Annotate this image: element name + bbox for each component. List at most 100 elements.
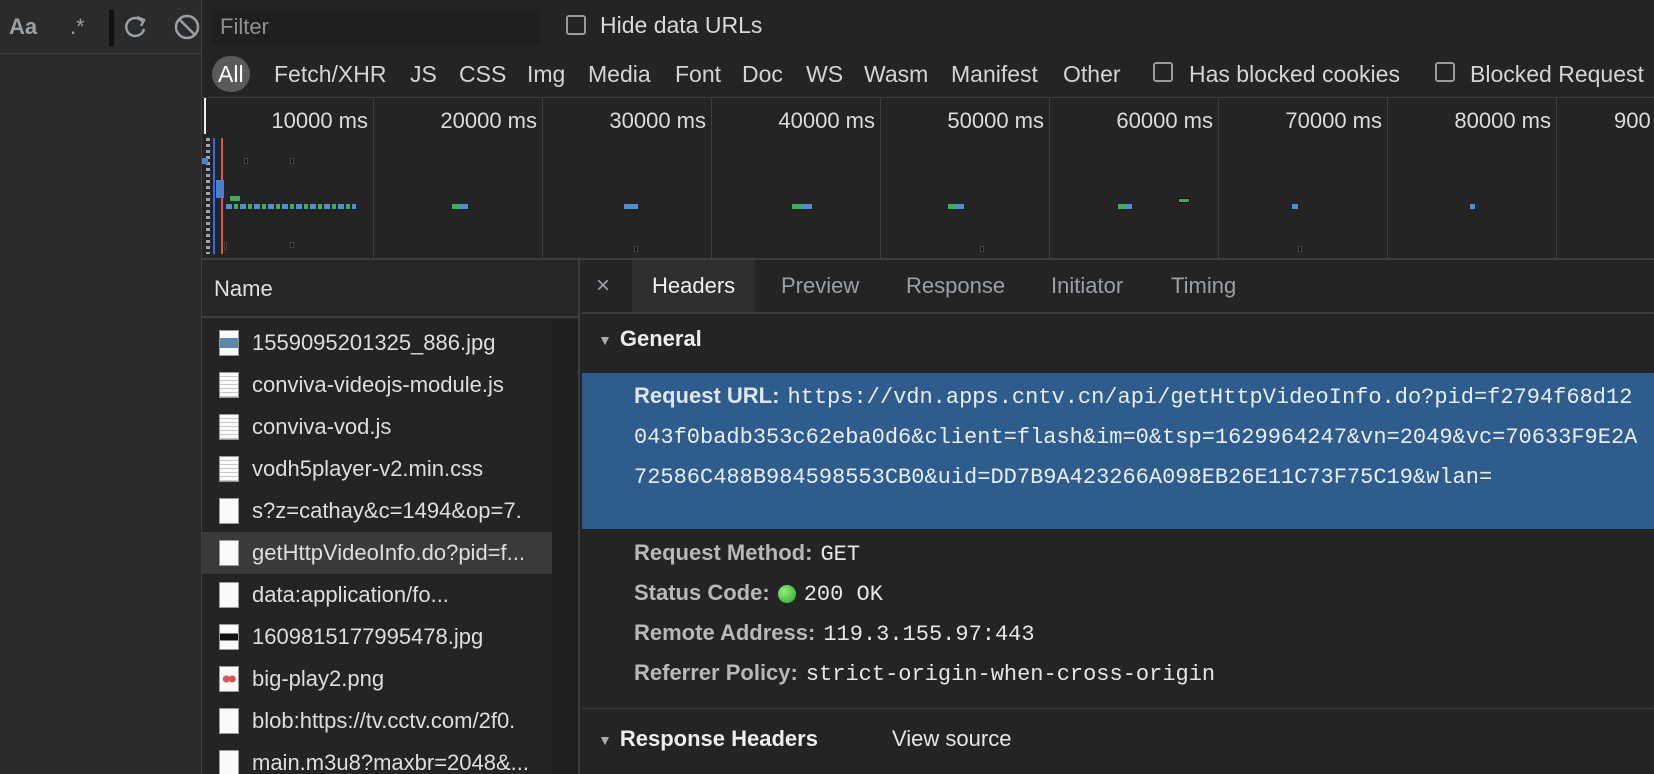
request-row-selected[interactable]: getHttpVideoInfo.do?pid=f... (202, 532, 552, 574)
overview-request-bar (244, 158, 248, 164)
request-name: vodh5player-v2.min.css (252, 456, 484, 481)
type-filter-all[interactable]: All (212, 56, 250, 92)
type-filter-ws[interactable]: WS (806, 56, 843, 92)
tick-gridline (880, 98, 881, 258)
request-name: 1559095201325_886.jpg (252, 330, 496, 355)
overview-request-bar (1292, 204, 1298, 209)
has-blocked-cookies-checkbox[interactable] (1153, 62, 1173, 82)
overview-request-bar (452, 204, 468, 209)
status-code-row: Status Code: 200 OK (634, 578, 883, 610)
tick-label: 30000 ms (609, 108, 706, 133)
request-list: Name 1559095201325_886.jpg conviva-video… (202, 260, 580, 774)
document-file-icon (219, 708, 239, 734)
request-name: data:application/fo... (252, 582, 449, 607)
expand-triangle-icon: ▼ (598, 732, 612, 749)
request-row[interactable]: big-play2.png (202, 658, 552, 700)
close-icon[interactable]: × (596, 272, 610, 300)
request-row[interactable]: blob:https://tv.cctv.com/2f0. (202, 700, 552, 742)
overview-request-bar (202, 158, 208, 164)
image-thumbnail-icon (219, 624, 239, 650)
type-filter-manifest[interactable]: Manifest (951, 56, 1038, 92)
document-file-icon (219, 582, 239, 608)
response-headers-title: Response Headers (619, 726, 818, 751)
type-filter-other[interactable]: Other (1063, 56, 1121, 92)
blocked-requests-checkbox[interactable] (1435, 62, 1455, 82)
request-details-pane: × Headers Preview Response Initiator Tim… (582, 260, 1654, 774)
document-file-icon (219, 498, 239, 524)
tab-headers[interactable]: Headers (632, 260, 756, 312)
view-source-link[interactable]: View source (892, 726, 1011, 752)
filter-input[interactable] (212, 9, 540, 45)
hide-data-urls-label: Hide data URLs (600, 12, 763, 38)
tick-label: 50000 ms (947, 108, 1044, 133)
tick-gridline (373, 98, 374, 258)
image-thumbnail-icon (219, 666, 239, 692)
type-filter-img[interactable]: Img (527, 56, 565, 92)
type-filter-wasm[interactable]: Wasm (864, 56, 928, 92)
search-sidebar: Aa .* (0, 0, 202, 774)
overview-request-bar (792, 204, 812, 209)
dom-content-loaded-marker (213, 138, 215, 254)
request-url-value[interactable]: https://vdn.apps.cntv.cn/api/getHttpVide… (634, 385, 1637, 490)
tick-label: 40000 ms (778, 108, 875, 133)
request-row[interactable]: conviva-videojs-module.js (202, 364, 552, 406)
clear-icon[interactable] (172, 12, 202, 42)
tab-initiator[interactable]: Initiator (1051, 260, 1123, 312)
request-row[interactable]: s?z=cathay&c=1494&op=7. (202, 490, 552, 532)
general-section-title: General (619, 326, 702, 351)
request-row[interactable]: main.m3u8?maxbr=2048&... (202, 742, 552, 774)
type-filter-css[interactable]: CSS (459, 56, 506, 92)
script-file-icon (219, 372, 239, 398)
expand-triangle-icon: ▼ (598, 332, 612, 349)
tick-label: 900 (1614, 108, 1651, 133)
type-filter-font[interactable]: Font (675, 56, 721, 92)
overview-request-bar (290, 158, 294, 164)
request-row[interactable]: conviva-vod.js (202, 406, 552, 448)
request-row[interactable]: 1559095201325_886.jpg (202, 322, 552, 364)
hide-data-urls-checkbox[interactable] (566, 15, 586, 35)
request-method-value: GET (820, 542, 861, 567)
overview-request-bar (216, 180, 224, 198)
request-row[interactable]: vodh5player-v2.min.css (202, 448, 552, 490)
type-filter-media[interactable]: Media (588, 56, 651, 92)
type-filter-js[interactable]: JS (410, 56, 437, 92)
request-name: big-play2.png (252, 666, 385, 691)
request-name: blob:https://tv.cctv.com/2f0. (252, 708, 516, 733)
request-name: 1609815177995478.jpg (252, 624, 484, 649)
overview-request-bar (1178, 198, 1190, 203)
overview-request-bar (980, 246, 984, 252)
status-code-value: 200 OK (803, 582, 883, 607)
regex-button[interactable]: .* (70, 12, 85, 42)
request-row[interactable]: data:application/fo... (202, 574, 552, 616)
request-name: conviva-vod.js (252, 414, 392, 439)
details-tab-bar: × Headers Preview Response Initiator Tim… (582, 260, 1654, 314)
network-overview-timeline[interactable]: 10000 ms 20000 ms 30000 ms 40000 ms 5000… (202, 98, 1654, 260)
overview-request-bar (230, 196, 240, 201)
filter-bar: Hide data URLs (202, 0, 1654, 52)
tab-response[interactable]: Response (906, 260, 1005, 312)
tick-label: 70000 ms (1285, 108, 1382, 133)
general-section-header[interactable]: ▼ General (598, 326, 702, 352)
request-url-row[interactable]: Request URL: https://vdn.apps.cntv.cn/api… (634, 377, 1642, 497)
type-filter-fetch-xhr[interactable]: Fetch/XHR (274, 56, 386, 92)
request-row[interactable]: 1609815177995478.jpg (202, 616, 552, 658)
referrer-policy-row: Referrer Policy: strict-origin-when-cross… (634, 658, 1215, 690)
overview-request-bar (290, 242, 294, 248)
tick-label: 10000 ms (271, 108, 368, 133)
has-blocked-cookies-label: Has blocked cookies (1189, 61, 1400, 87)
request-method-row: Request Method: GET (634, 538, 860, 570)
request-url-label: Request URL: (634, 383, 780, 408)
name-column-header[interactable]: Name (202, 260, 578, 318)
request-list-scrollbar[interactable] (552, 320, 578, 774)
overview-request-bar (224, 242, 227, 250)
stylesheet-file-icon (219, 456, 239, 482)
match-case-button[interactable]: Aa (9, 12, 37, 42)
type-filter-doc[interactable]: Doc (742, 56, 783, 92)
tick-gridline (1049, 98, 1050, 258)
tab-preview[interactable]: Preview (781, 260, 859, 312)
tab-timing[interactable]: Timing (1171, 260, 1236, 312)
refresh-icon[interactable] (122, 12, 148, 42)
script-file-icon (219, 414, 239, 440)
response-headers-section-header[interactable]: ▼ Response Headers (598, 726, 818, 752)
section-divider (582, 708, 1654, 709)
